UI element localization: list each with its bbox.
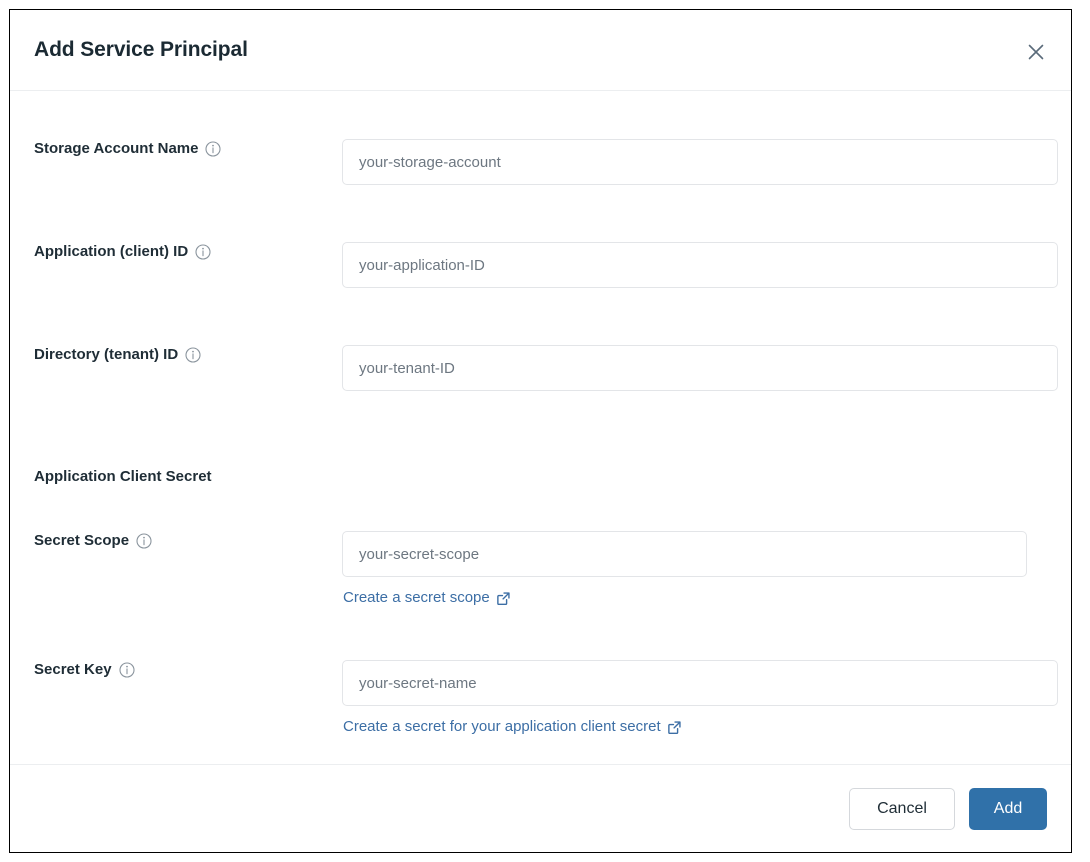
label-text: Directory (tenant) ID [34,345,178,365]
label-text: Application (client) ID [34,242,188,262]
info-icon[interactable] [136,533,152,549]
dialog-header: Add Service Principal [10,10,1071,91]
close-icon [1026,42,1046,62]
cancel-button[interactable]: Cancel [849,788,955,830]
label-text: Secret Scope [34,531,129,551]
external-link-icon [496,591,511,606]
secret-key-input[interactable] [342,660,1058,706]
info-icon[interactable] [205,141,221,157]
dialog-body: Storage Account Name Application (client… [10,91,1071,764]
label-text: Secret Key [34,660,112,680]
label-text: Storage Account Name [34,139,198,159]
link-text: Create a secret scope [343,589,490,607]
secret-scope-input[interactable] [342,531,1027,577]
section-header-application-client-secret: Application Client Secret [34,467,212,487]
label-secret-key: Secret Key [34,660,135,680]
info-icon[interactable] [185,347,201,363]
info-icon[interactable] [195,244,211,260]
dialog-footer: Cancel Add [10,764,1071,852]
label-application-client-id: Application (client) ID [34,242,211,262]
create-secret-link[interactable]: Create a secret for your application cli… [343,718,682,736]
dialog-title: Add Service Principal [34,38,248,62]
add-service-principal-dialog: Add Service Principal Storage Account Na… [9,9,1072,853]
close-button[interactable] [1021,37,1051,67]
directory-tenant-id-input[interactable] [342,345,1058,391]
info-icon[interactable] [119,662,135,678]
storage-account-name-input[interactable] [342,139,1058,185]
label-directory-tenant-id: Directory (tenant) ID [34,345,201,365]
label-storage-account-name: Storage Account Name [34,139,221,159]
add-button[interactable]: Add [969,788,1047,830]
application-client-id-input[interactable] [342,242,1058,288]
label-secret-scope: Secret Scope [34,531,152,551]
link-text: Create a secret for your application cli… [343,718,661,736]
external-link-icon [667,720,682,735]
create-secret-scope-link[interactable]: Create a secret scope [343,589,511,607]
